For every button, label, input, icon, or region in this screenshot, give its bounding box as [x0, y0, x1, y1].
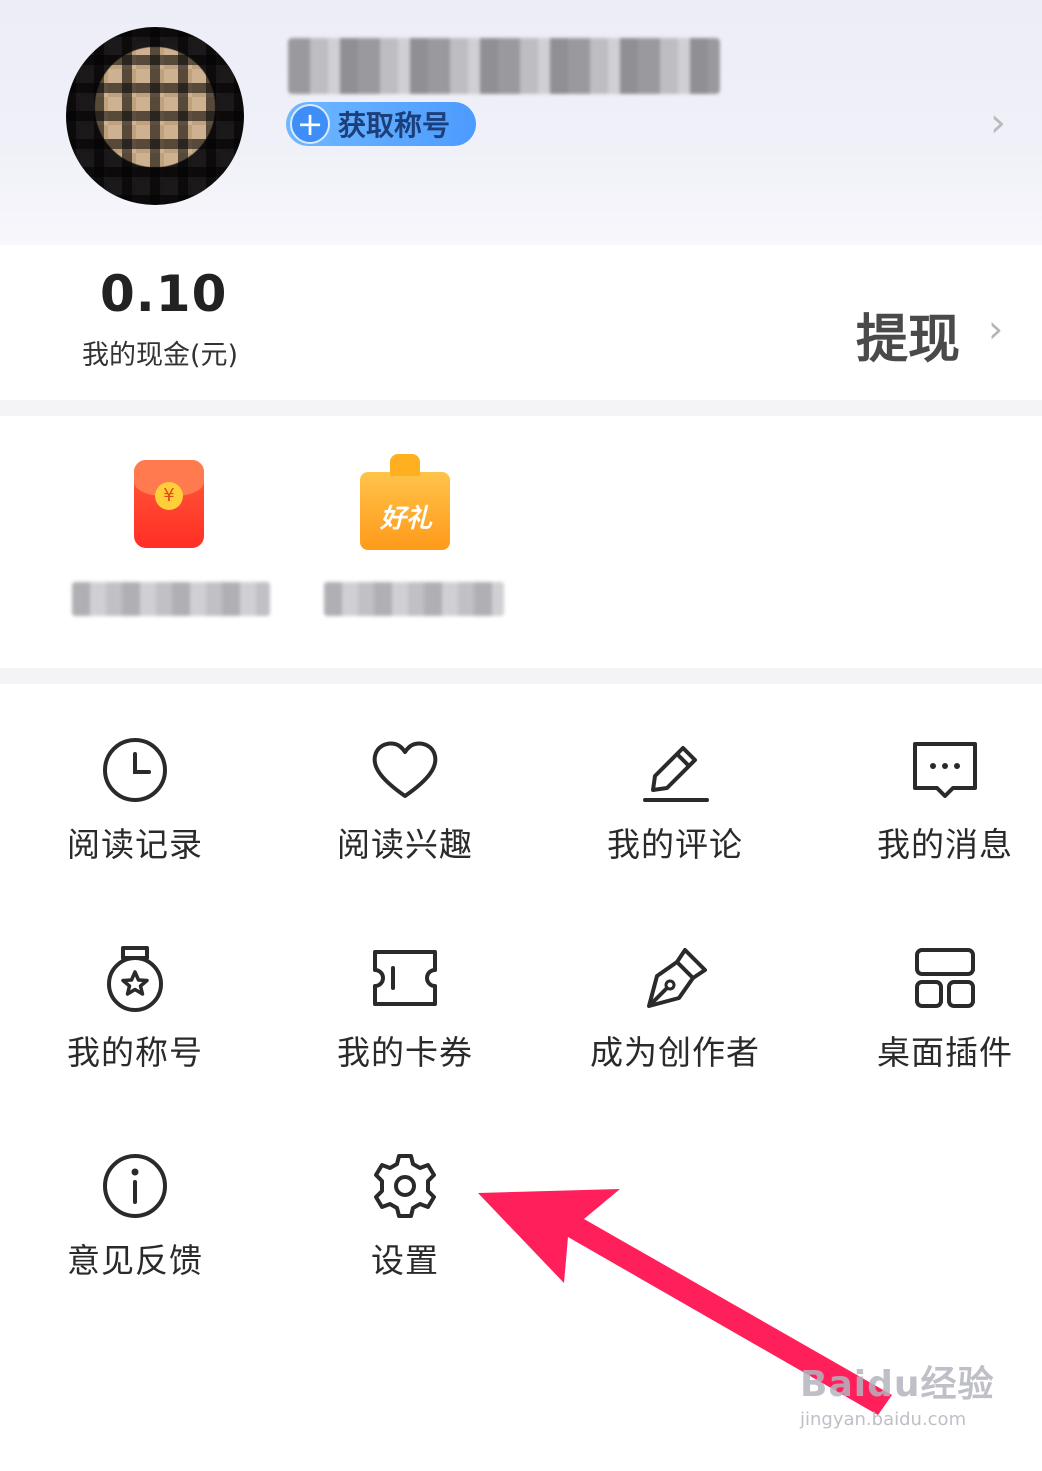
clock-icon	[103, 738, 167, 802]
chevron-right-icon[interactable]: ›	[988, 307, 1003, 351]
wallet-section: 0.10 我的现金(元) 提现 ›	[0, 245, 1042, 400]
avatar[interactable]	[66, 27, 244, 205]
menu-item-label: 成为创作者	[590, 1033, 760, 1072]
widget-icon	[915, 948, 975, 1008]
gift-bow	[390, 454, 420, 476]
menu-item-label: 我的消息	[877, 825, 1013, 864]
promo-label-redacted	[324, 582, 504, 616]
promo-item-red-packet[interactable]: ¥	[70, 454, 270, 624]
menu-item-label: 我的评论	[607, 825, 743, 864]
cash-label: 我的现金(元)	[81, 340, 239, 371]
menu-item-label: 我的卡券	[337, 1033, 473, 1072]
watermark: Baidu经验 jingyan.baidu.com	[800, 1355, 994, 1430]
menu-item-label: 阅读记录	[67, 825, 203, 864]
menu-item-become-creator[interactable]: 成为创作者	[575, 942, 775, 1112]
menu-item-desktop-widget[interactable]: 桌面插件	[845, 942, 1042, 1112]
menu-item-label: 阅读兴趣	[337, 825, 473, 864]
gift-box-icon: 好礼	[360, 454, 450, 550]
menu-item-label: 意见反馈	[67, 1241, 203, 1280]
info-icon	[103, 1154, 167, 1218]
menu-item-label: 桌面插件	[877, 1033, 1013, 1072]
plus-icon: +	[290, 104, 330, 144]
menu-item-my-comments[interactable]: 我的评论	[575, 734, 775, 904]
profile-header[interactable]: + 获取称号 ›	[0, 0, 1042, 245]
watermark-brand: Baidu经验	[800, 1364, 995, 1405]
medal-icon	[107, 946, 163, 1012]
heart-icon	[372, 741, 438, 798]
pen-nib-icon	[647, 948, 707, 1008]
withdraw-button[interactable]: 提现	[856, 297, 960, 372]
cash-value[interactable]: 0.10	[100, 265, 226, 323]
gear-icon	[374, 1154, 436, 1218]
gift-icon-text: 好礼	[379, 504, 432, 534]
promo-label-redacted	[72, 582, 270, 616]
menu-item-reading-interest[interactable]: 阅读兴趣	[305, 734, 505, 904]
red-packet-icon: ¥	[134, 460, 204, 548]
watermark-url: jingyan.baidu.com	[800, 1409, 967, 1430]
section-divider	[0, 400, 1042, 416]
promo-item-gift[interactable]: 好礼	[310, 454, 510, 624]
message-icon	[913, 742, 977, 798]
menu-item-label: 我的称号	[67, 1033, 203, 1072]
get-title-label: 获取称号	[338, 109, 451, 142]
chevron-right-icon[interactable]: ›	[990, 100, 1006, 146]
menu-item-my-coupons[interactable]: 我的卡券	[305, 942, 505, 1112]
section-divider	[0, 668, 1042, 684]
promo-section: ¥ 好礼	[0, 416, 1042, 668]
menu-item-reading-history[interactable]: 阅读记录	[35, 734, 235, 904]
menu-item-my-titles[interactable]: 我的称号	[35, 942, 235, 1112]
ticket-icon	[373, 950, 437, 1006]
get-title-button[interactable]: + 获取称号	[286, 102, 476, 146]
menu-item-feedback[interactable]: 意见反馈	[35, 1150, 235, 1320]
username-redacted	[288, 38, 720, 94]
menu-item-my-messages[interactable]: 我的消息	[845, 734, 1042, 904]
yuan-coin-icon: ¥	[155, 482, 183, 510]
pencil-icon	[643, 746, 709, 802]
